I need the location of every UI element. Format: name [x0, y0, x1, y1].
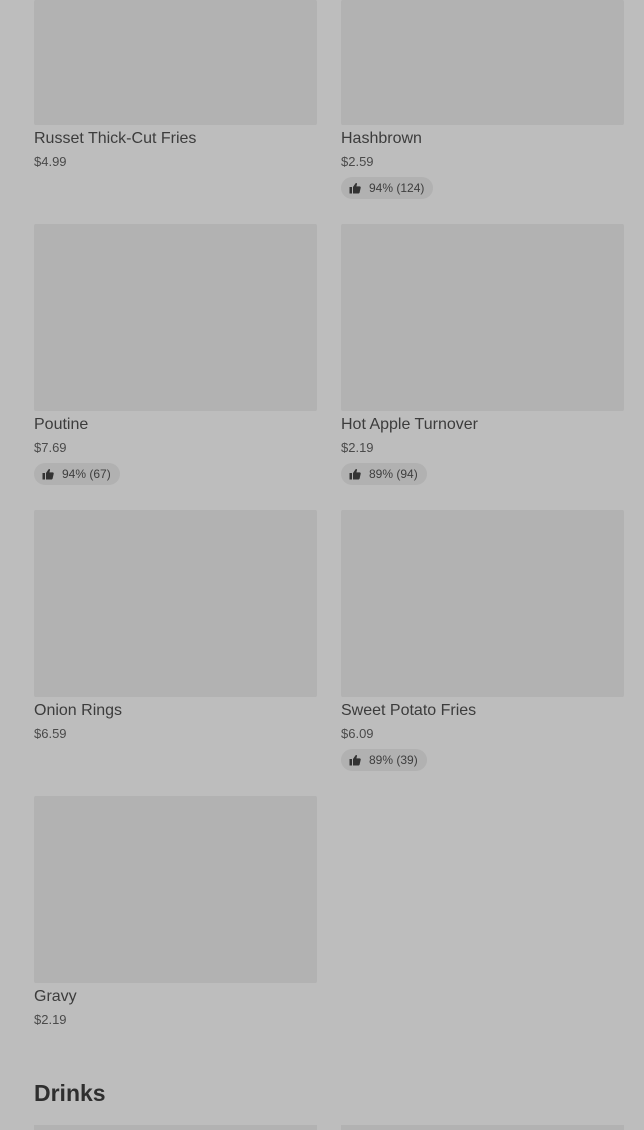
item-name: Gravy	[34, 988, 77, 1005]
item-price: $6.59	[34, 726, 67, 741]
item-image	[34, 796, 317, 983]
menu-item-sweet-potato-fries[interactable]: Sweet Potato Fries $6.09 89% (39)	[341, 510, 624, 772]
rating-text: 89% (94)	[369, 467, 418, 481]
item-name: Poutine	[34, 416, 89, 433]
item-price: $2.59	[341, 154, 374, 169]
rating-text: 94% (67)	[62, 467, 111, 481]
rating-text: 89% (39)	[369, 753, 418, 767]
item-name: Hot Apple Turnover	[341, 416, 478, 433]
thumbs-up-icon	[349, 468, 361, 480]
thumbs-up-icon	[349, 754, 361, 766]
rating-badge: 94% (124)	[341, 177, 434, 199]
menu-item-hashbrown[interactable]: Hashbrown $2.59 94% (124)	[341, 0, 624, 200]
rating-badge: 94% (67)	[34, 463, 120, 485]
rating-text: 94% (124)	[369, 181, 425, 195]
item-image	[34, 224, 317, 411]
menu-item-poutine[interactable]: Poutine $7.69 94% (67)	[34, 224, 317, 486]
item-name: Russet Thick-Cut Fries	[34, 130, 197, 147]
item-image	[341, 224, 624, 411]
rating-badge: 89% (94)	[341, 463, 427, 485]
thumbs-up-icon	[42, 468, 54, 480]
item-price: $2.19	[341, 440, 374, 455]
item-name: Sweet Potato Fries	[341, 702, 477, 719]
menu-item-hot-apple-turnover[interactable]: Hot Apple Turnover $2.19 89% (94)	[341, 224, 624, 486]
item-name: Onion Rings	[34, 702, 123, 719]
menu-item-onion-rings[interactable]: Onion Rings $6.59	[34, 510, 317, 750]
menu-item-image-partial[interactable]	[341, 1125, 624, 1130]
thumbs-up-icon	[349, 182, 361, 194]
item-image	[341, 0, 624, 125]
rating-badge: 89% (39)	[341, 749, 427, 771]
menu-item-russet-thick-cut-fries[interactable]: Russet Thick-Cut Fries $4.99	[34, 0, 317, 175]
item-name: Hashbrown	[341, 130, 422, 147]
menu-item-gravy[interactable]: Gravy $2.19	[34, 796, 317, 1036]
item-price: $4.99	[34, 154, 67, 169]
section-title-drinks: Drinks	[34, 1080, 106, 1106]
item-image	[34, 0, 317, 125]
item-price: $2.19	[34, 1012, 67, 1027]
item-image	[341, 510, 624, 697]
item-image	[34, 510, 317, 697]
item-price: $6.09	[341, 726, 374, 741]
item-price: $7.69	[34, 440, 67, 455]
menu-item-image-partial[interactable]	[34, 1125, 317, 1130]
menu-page: Russet Thick-Cut Fries $4.99 Hashbrown $…	[0, 0, 644, 1130]
